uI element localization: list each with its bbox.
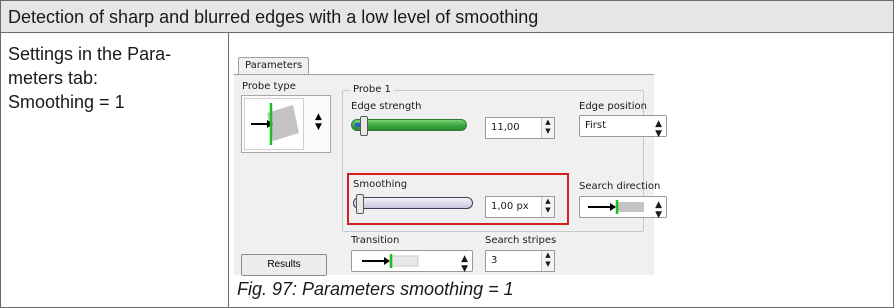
edge-strength-slider[interactable] <box>351 116 467 136</box>
parameters-dialog: Parameters Probe type ▲ ▼ Probe 1 Edge s… <box>234 52 667 275</box>
smoothing-field[interactable]: 1,00 px ▲ ▼ <box>485 196 555 218</box>
settings-line-3: Smoothing = 1 <box>8 92 125 112</box>
smoothing-slider[interactable] <box>353 194 473 214</box>
edge-strength-field[interactable]: 11,00 ▲ ▼ <box>485 117 555 139</box>
smoothing-thumb[interactable] <box>356 194 364 214</box>
doc-table: Detection of sharp and blurred edges wit… <box>0 0 894 308</box>
search-stripes-field[interactable]: 3 ▲ ▼ <box>485 250 555 272</box>
parameters-panel: Probe type ▲ ▼ Probe 1 Edge strength 11,… <box>234 74 667 275</box>
tab-parameters[interactable]: Parameters <box>238 57 310 75</box>
tab-bar: Parameters <box>234 52 654 75</box>
spin-arrows-icon[interactable]: ▲ ▼ <box>541 197 554 217</box>
probe-group-title: Probe 1 <box>350 84 394 95</box>
settings-cell: Settings in the Para- meters tab: Smooth… <box>1 33 229 307</box>
transition-icon <box>360 254 420 271</box>
settings-line-1: Settings in the Para- <box>8 44 172 64</box>
figure-cell: Parameters Probe type ▲ ▼ Probe 1 Edge s… <box>229 33 893 307</box>
edge-strength-value: 11,00 <box>491 122 520 133</box>
results-button[interactable]: Results <box>241 254 327 276</box>
search-direction-select[interactable]: ▲ ▼ <box>579 196 667 220</box>
search-direction-label: Search direction <box>579 181 661 192</box>
search-stripes-value: 3 <box>491 255 498 266</box>
settings-line-2: meters tab: <box>8 68 99 88</box>
figure-caption: Fig. 97: Parameters smoothing = 1 <box>237 279 514 299</box>
probe-type-selector[interactable]: ▲ ▼ <box>241 95 331 153</box>
probe-type-icon <box>244 98 304 150</box>
table-header-title: Detection of sharp and blurred edges wit… <box>8 7 539 27</box>
spin-arrows-icon[interactable]: ▲ ▼ <box>541 118 554 138</box>
search-direction-icon <box>586 200 646 217</box>
edge-position-select[interactable]: First ▲ ▼ <box>579 115 667 139</box>
spin-arrows-icon: ▲ ▼ <box>655 200 662 220</box>
search-stripes-label: Search stripes <box>485 235 557 246</box>
spin-arrows-icon[interactable]: ▲ ▼ <box>315 112 322 132</box>
edge-position-label: Edge position <box>579 101 647 112</box>
smoothing-value: 1,00 px <box>491 201 529 212</box>
spin-arrows-icon: ▲ ▼ <box>655 119 662 139</box>
probe-type-label: Probe type <box>242 81 296 92</box>
smoothing-label: Smoothing <box>353 179 408 190</box>
edge-position-value: First <box>585 120 607 131</box>
spin-arrows-icon: ▲ ▼ <box>461 254 468 274</box>
table-header-row: Detection of sharp and blurred edges wit… <box>1 1 893 33</box>
spin-arrows-icon[interactable]: ▲ ▼ <box>541 251 554 271</box>
edge-strength-thumb[interactable] <box>360 116 368 136</box>
edge-strength-label: Edge strength <box>351 101 422 112</box>
transition-label: Transition <box>351 235 400 246</box>
transition-select[interactable]: ▲ ▼ <box>351 250 473 274</box>
